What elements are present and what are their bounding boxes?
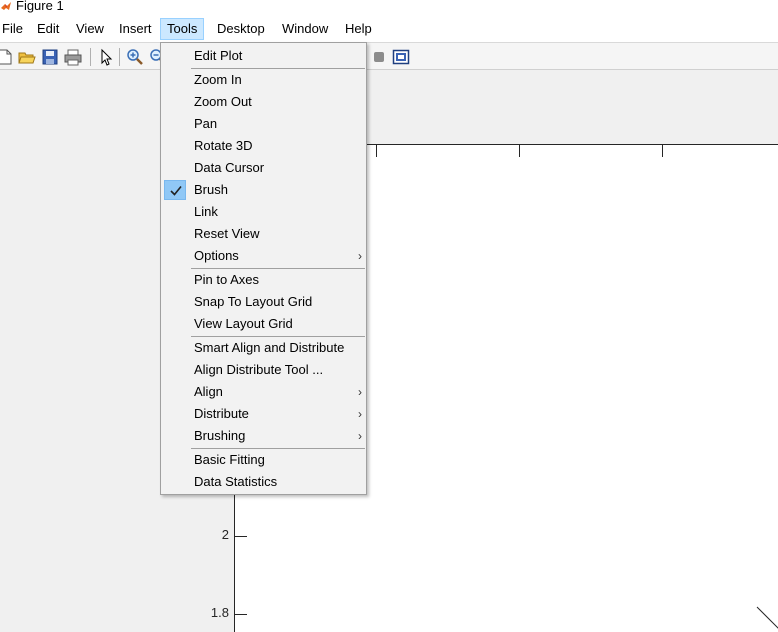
menu-help[interactable]: Help — [339, 18, 378, 40]
submenu-arrow-icon: › — [358, 407, 362, 421]
x-axis-tick — [376, 145, 377, 157]
menu-item-edit-plot[interactable]: Edit Plot — [161, 45, 366, 67]
menu-item-data-cursor[interactable]: Data Cursor — [161, 157, 366, 179]
menu-item-label: Data Cursor — [194, 160, 265, 175]
matlab-logo-icon — [1, 2, 11, 10]
menu-item-label: Link — [194, 204, 218, 219]
x-axis-tick — [519, 145, 520, 157]
menu-item-view-layout-grid[interactable]: View Layout Grid — [161, 313, 366, 335]
show-plot-tools-icon[interactable] — [392, 48, 410, 66]
menu-item-options[interactable]: Options › — [161, 245, 366, 267]
menu-item-label: Pan — [194, 116, 218, 131]
menu-item-label: Smart Align and Distribute — [194, 340, 345, 355]
menu-item-rotate-3d[interactable]: Rotate 3D — [161, 135, 366, 157]
menu-item-zoom-out[interactable]: Zoom Out — [161, 91, 366, 113]
menu-item-pan[interactable]: Pan — [161, 113, 366, 135]
menu-item-pin-to-axes[interactable]: Pin to Axes — [161, 269, 366, 291]
menu-item-align-distribute-tool[interactable]: Align Distribute Tool ... — [161, 359, 366, 381]
figure-canvas: 2 1.8 — [0, 70, 778, 632]
submenu-arrow-icon: › — [358, 249, 362, 263]
menu-item-label: Basic Fitting — [194, 452, 265, 467]
menu-item-brushing[interactable]: Brushing › — [161, 425, 366, 447]
x-axis-tick — [662, 145, 663, 157]
y-tick-label: 2 — [221, 527, 229, 542]
menu-item-basic-fitting[interactable]: Basic Fitting — [161, 449, 366, 471]
submenu-arrow-icon: › — [358, 385, 362, 399]
menu-bar: File Edit View Insert Tools Desktop Wind… — [0, 14, 778, 42]
menu-edit[interactable]: Edit — [31, 18, 65, 40]
checkmark-icon — [164, 180, 186, 200]
menu-item-label: Brush — [194, 182, 228, 197]
menu-item-distribute[interactable]: Distribute › — [161, 403, 366, 425]
figure-toolbar — [0, 42, 778, 70]
menu-item-snap-to-layout-grid[interactable]: Snap To Layout Grid — [161, 291, 366, 313]
menu-item-label: Zoom In — [194, 72, 242, 87]
new-file-icon[interactable] — [0, 48, 14, 66]
menu-item-label: Distribute — [194, 406, 249, 421]
y-axis-tick — [235, 536, 247, 537]
submenu-arrow-icon: › — [358, 429, 362, 443]
menu-item-label: Reset View — [194, 226, 260, 241]
menu-item-reset-view[interactable]: Reset View — [161, 223, 366, 245]
menu-item-label: Align Distribute Tool ... — [194, 362, 324, 377]
save-icon[interactable] — [41, 48, 59, 66]
menu-item-link[interactable]: Link — [161, 201, 366, 223]
pointer-icon[interactable] — [97, 48, 115, 66]
menu-item-label: Edit Plot — [194, 48, 243, 63]
y-tick-label: 1.8 — [210, 605, 229, 620]
menu-item-label: Data Statistics — [194, 474, 278, 489]
menu-item-data-statistics[interactable]: Data Statistics — [161, 471, 366, 493]
menu-file[interactable]: File — [0, 18, 29, 40]
menu-insert[interactable]: Insert — [113, 18, 158, 40]
menu-tools[interactable]: Tools — [160, 18, 205, 40]
toolbar-separator — [90, 48, 91, 66]
menu-item-label: Align — [194, 384, 223, 399]
zoom-in-icon[interactable] — [126, 48, 144, 66]
menu-item-smart-align-and-distribute[interactable]: Smart Align and Distribute — [161, 337, 366, 359]
open-folder-icon[interactable] — [18, 48, 36, 66]
menu-item-label: Pin to Axes — [194, 272, 260, 287]
menu-window[interactable]: Window — [276, 18, 334, 40]
menu-item-label: Brushing — [194, 428, 246, 443]
menu-item-brush[interactable]: Brush — [161, 179, 366, 201]
menu-item-label: Zoom Out — [194, 94, 252, 109]
print-icon[interactable] — [64, 48, 82, 66]
toolbar-separator — [119, 48, 120, 66]
tools-menu-dropdown: Edit Plot Zoom In Zoom Out Pan Rotate 3D… — [160, 42, 367, 495]
menu-item-label: View Layout Grid — [194, 316, 293, 331]
menu-desktop[interactable]: Desktop — [211, 18, 271, 40]
menu-item-zoom-in[interactable]: Zoom In — [161, 69, 366, 91]
menu-item-label: Snap To Layout Grid — [194, 294, 313, 309]
menu-item-label: Options — [194, 248, 239, 263]
menu-item-label: Rotate 3D — [194, 138, 253, 153]
menu-item-align[interactable]: Align › — [161, 381, 366, 403]
plot-line-segment — [756, 606, 778, 629]
menu-view[interactable]: View — [70, 18, 110, 40]
title-bar: Figure 1 — [0, 0, 778, 14]
window-title: Figure 1 — [16, 0, 64, 13]
hide-plot-tools-icon[interactable] — [370, 48, 388, 66]
y-axis-tick — [235, 614, 247, 615]
